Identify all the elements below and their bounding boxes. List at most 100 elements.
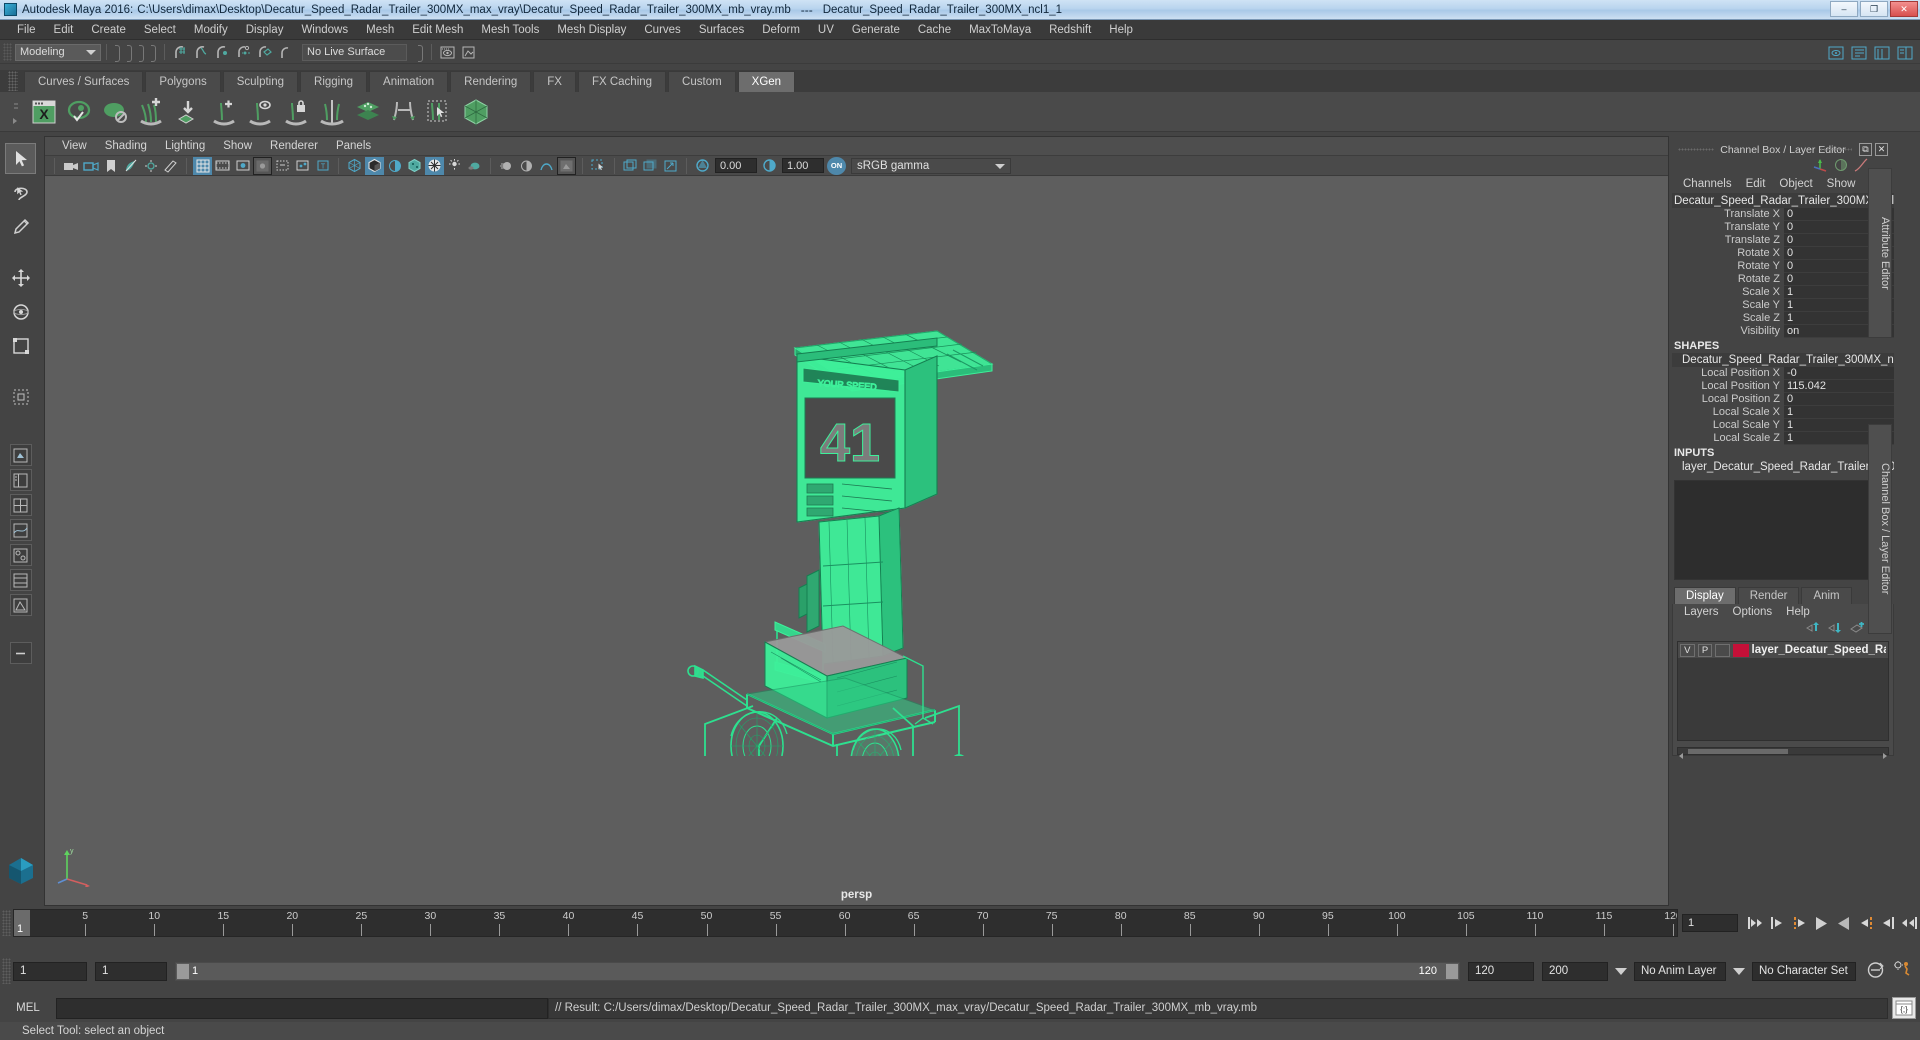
smooth-shade-icon[interactable] [365, 156, 384, 175]
layer-playback-toggle[interactable]: P [1697, 643, 1713, 657]
statusline-grip[interactable] [3, 43, 12, 61]
menu-edit[interactable]: Edit [45, 20, 83, 40]
channel-box-menu-object[interactable]: Object [1772, 175, 1819, 193]
grid-toggle-icon[interactable] [193, 156, 212, 175]
shelf-tab-xgen[interactable]: XGen [737, 71, 796, 92]
auto-keyframe-icon[interactable] [1866, 961, 1885, 982]
two-sided-lighting-icon[interactable] [141, 157, 160, 175]
shape-attr-row[interactable]: Local Position X -0 [1672, 367, 1894, 380]
add-guide-icon[interactable] [206, 94, 241, 129]
mirror-guide-icon[interactable] [314, 94, 349, 129]
hierarchy-mode-icon[interactable] [112, 44, 123, 62]
move-layer-up-icon[interactable] [1806, 621, 1821, 637]
snap-to-projected-center-icon[interactable] [233, 43, 254, 62]
go-to-start-icon[interactable] [1745, 913, 1766, 933]
layer-tab-display[interactable]: Display [1674, 587, 1736, 604]
film-gate-icon[interactable] [213, 157, 232, 175]
shelf-tab-fx[interactable]: FX [533, 71, 576, 92]
step-back-frame-icon[interactable] [1789, 913, 1810, 933]
layer-type-toggle[interactable] [1715, 643, 1730, 657]
select-region-viewport-icon[interactable] [589, 157, 608, 175]
gamma-field[interactable]: 1.00 [782, 158, 824, 173]
select-mask-icon[interactable] [148, 44, 159, 62]
menu-cache[interactable]: Cache [909, 20, 960, 40]
step-forward-keyframe-icon[interactable] [1877, 913, 1898, 933]
anim-end-time-field[interactable]: 200 [1542, 961, 1608, 981]
menu-mesh-tools[interactable]: Mesh Tools [472, 20, 548, 40]
layer-color-swatch[interactable] [1732, 643, 1749, 657]
viewport-menu-lighting[interactable]: Lighting [156, 137, 214, 156]
gamma-icon[interactable] [760, 157, 779, 175]
shelf-tab-curves-surfaces[interactable]: Curves / Surfaces [24, 71, 144, 92]
soft-select-tool[interactable] [5, 381, 36, 412]
show-hide-sidebar-icon[interactable] [1826, 43, 1847, 62]
render-view-icon[interactable] [458, 43, 479, 62]
shadow-toggle-icon[interactable] [445, 157, 464, 175]
viewport-menu-panels[interactable]: Panels [327, 137, 380, 156]
anim-layer-selector[interactable]: No Anim Layer [1634, 961, 1726, 981]
shelf-tab-custom[interactable]: Custom [668, 71, 736, 92]
channel-attr-row[interactable]: Rotate Y0 [1672, 260, 1894, 273]
gate-mask-icon[interactable] [253, 156, 272, 175]
xgen-cube-icon[interactable] [458, 94, 493, 129]
menu-uv[interactable]: UV [809, 20, 843, 40]
layer-list[interactable]: V Player_Decatur_Speed_Ra [1677, 641, 1889, 741]
panel-grip-right[interactable] [1820, 148, 1852, 151]
minimize-button[interactable]: – [1830, 1, 1858, 17]
command-language-label[interactable]: MEL [0, 1002, 56, 1014]
channel-attr-row[interactable]: Translate Z0 [1672, 234, 1894, 247]
maximize-button[interactable]: ❐ [1860, 1, 1888, 17]
isolate-select-icon[interactable] [557, 156, 576, 175]
history-toggle-icon[interactable] [415, 44, 426, 62]
channel-attr-row[interactable]: Visibility on [1672, 325, 1894, 338]
chevron-down-icon[interactable] [1733, 967, 1745, 975]
channel-box-speed-icon[interactable] [1834, 158, 1848, 175]
layer-list-scrollbar[interactable] [1677, 747, 1889, 759]
channel-attr-row[interactable]: Translate Y0 [1672, 221, 1894, 234]
menu-help[interactable]: Help [1100, 20, 1142, 40]
display-layer-icon[interactable] [621, 157, 640, 175]
channel-attr-row[interactable]: Rotate X0 [1672, 247, 1894, 260]
guide-visibility-icon[interactable] [242, 94, 277, 129]
preview-toggle-icon[interactable] [62, 94, 97, 129]
playback-end-time-field[interactable]: 120 [1468, 961, 1534, 981]
resolution-gate-icon[interactable] [233, 157, 252, 175]
range-bar[interactable]: 1 120 [175, 961, 1460, 981]
move-layer-down-icon[interactable] [1828, 621, 1843, 637]
disable-preview-icon[interactable] [98, 94, 133, 129]
menu-maxtomaya[interactable]: MaxToMaya [960, 20, 1040, 40]
texture-label-icon[interactable]: T [313, 157, 332, 175]
viewport-menu-renderer[interactable]: Renderer [261, 137, 327, 156]
viewport-menu-show[interactable]: Show [214, 137, 261, 156]
menu-redshift[interactable]: Redshift [1040, 20, 1100, 40]
layer-menu-options[interactable]: Options [1726, 604, 1780, 621]
shelf-grip[interactable] [8, 71, 18, 91]
quick-layout-relationship-editor[interactable] [9, 569, 32, 591]
playback-start-time-field[interactable]: 1 [95, 961, 167, 981]
component-mode-icon[interactable] [136, 44, 147, 62]
shelf-tab-sculpting[interactable]: Sculpting [222, 71, 299, 92]
current-time-indicator[interactable]: 1 [14, 910, 30, 936]
grab-viewport-icon[interactable] [661, 157, 680, 175]
shelf-tab-rigging[interactable]: Rigging [300, 71, 368, 92]
viewport-menu-view[interactable]: View [53, 137, 96, 156]
tool-settings-icon[interactable] [1872, 43, 1893, 62]
scale-tool[interactable] [5, 330, 36, 361]
shelf-tab-polygons[interactable]: Polygons [145, 71, 221, 92]
add-description-icon[interactable] [134, 94, 169, 129]
radar-trailer-model[interactable]: YOUR SPEED 41 [647, 326, 1067, 756]
make-live-icon[interactable] [275, 43, 296, 62]
scrollbar-thumb[interactable] [1688, 749, 1788, 754]
shape-attr-row[interactable]: Local Position Z0 [1672, 393, 1894, 406]
density-map-icon[interactable] [350, 94, 385, 129]
shape-attr-row[interactable]: Local Scale Z1 [1672, 432, 1894, 445]
color-management-selector[interactable]: sRGB gamma [851, 157, 1011, 174]
layer-menu-help[interactable]: Help [1779, 604, 1817, 621]
shelf-tab-animation[interactable]: Animation [369, 71, 449, 92]
menu-surfaces[interactable]: Surfaces [690, 20, 753, 40]
layer-list-item[interactable]: V Player_Decatur_Speed_Ra [1678, 642, 1888, 658]
menu-curves[interactable]: Curves [635, 20, 689, 40]
menu-mesh[interactable]: Mesh [357, 20, 403, 40]
import-collection-icon[interactable] [170, 94, 205, 129]
right-tab-channel-box-layer-editor[interactable]: Channel Box / Layer Editor [1868, 424, 1892, 634]
